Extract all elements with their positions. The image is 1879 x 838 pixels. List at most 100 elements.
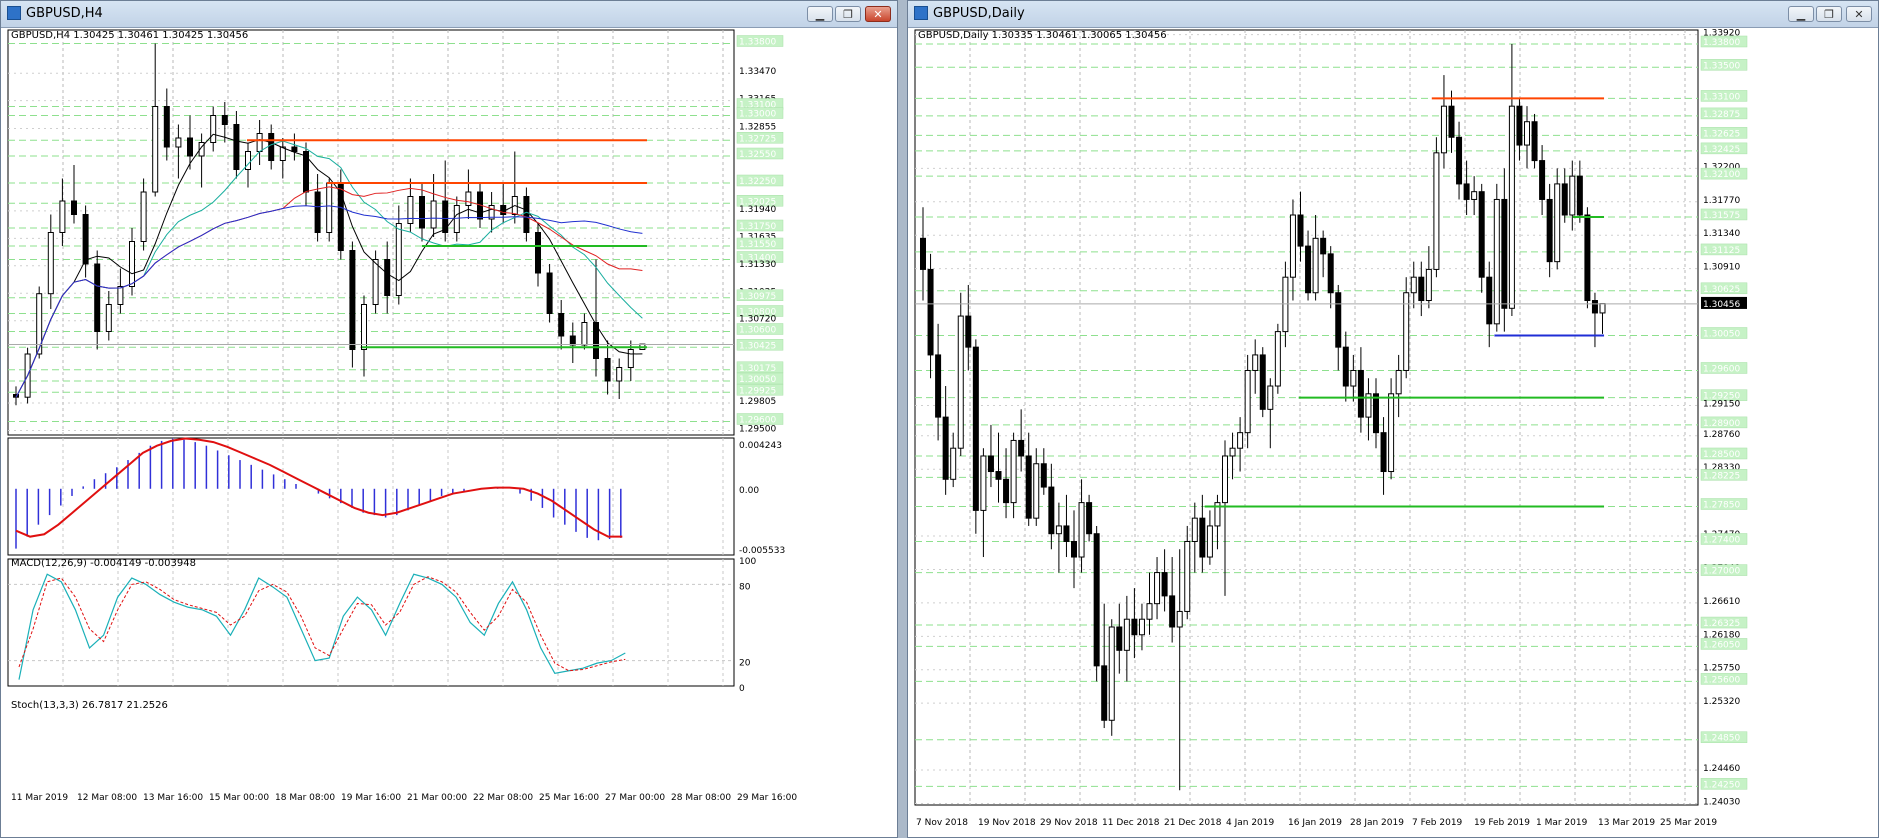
macd-scale-label: -0.005533	[739, 546, 785, 556]
close-button[interactable]: ✕	[1846, 6, 1872, 22]
candle-body	[1222, 455, 1228, 504]
price-axis-label: 1.33470	[739, 67, 776, 77]
price-axis-label: 1.29500	[739, 425, 776, 435]
candle-body	[616, 367, 623, 382]
time-axis-label: 7 Nov 2018	[916, 818, 968, 828]
price-axis-label: 1.30425	[739, 341, 776, 351]
price-axis-label: 1.32725	[739, 134, 776, 144]
macd-scale-label: 0.004243	[739, 441, 782, 451]
candle-body	[1252, 354, 1259, 371]
candle-body	[569, 335, 576, 346]
price-frame	[7, 29, 735, 436]
stoch-frame	[7, 558, 735, 687]
maximize-button[interactable]: ❐	[1816, 6, 1842, 22]
daily-chart-area[interactable]: 1.33920 1.33800 1.33500 1.33100 1.32875 1.326…	[914, 29, 1874, 835]
candle-body	[314, 191, 321, 233]
gbpusd-daily-window[interactable]: GBPUSD,Daily ▁ ❐ ✕ 1.33920 1.33800 1.33500…	[907, 0, 1879, 838]
price-axis-label: 1.24850	[1703, 734, 1740, 744]
candle-body	[82, 214, 89, 265]
candle-body	[1418, 276, 1425, 302]
candle-body	[1591, 300, 1598, 314]
candle-body	[175, 137, 182, 148]
candle-body	[1101, 665, 1108, 721]
time-axis-label: 25 Mar 16:00	[539, 793, 599, 803]
candle-body	[1539, 160, 1546, 200]
candle-body	[1289, 214, 1296, 278]
candle-body	[1486, 276, 1493, 325]
candle-body	[927, 268, 934, 356]
macd-scale-label: 0.00	[739, 486, 759, 496]
candle-body	[94, 263, 101, 332]
price-axis-label: 1.29805	[739, 397, 776, 407]
candle-body	[1123, 618, 1130, 651]
candle-body	[361, 304, 367, 350]
price-axis-label: 1.30050	[1703, 329, 1740, 339]
candle-body	[1138, 618, 1145, 636]
candle-body	[1471, 191, 1478, 200]
price-axis-label: 1.24250	[1703, 780, 1740, 790]
candle-body	[279, 146, 286, 161]
daily-chart-header: GBPUSD,Daily 1.30335 1.30461 1.30065 1.3…	[918, 30, 1167, 41]
time-axis-label: 13 Mar 16:00	[143, 793, 203, 803]
candle-body	[1025, 455, 1032, 519]
minimize-button[interactable]: ▁	[807, 6, 833, 22]
title-bar[interactable]: GBPUSD,H4 ▁ ❐ ✕	[1, 1, 897, 28]
gbpusd-h4-window[interactable]: GBPUSD,H4 ▁ ❐ ✕ 1.338001.334701.331651.3…	[0, 0, 898, 838]
daily-chart-canvas[interactable]: 1.339201.338001.335001.331001.328751.326…	[914, 29, 1874, 835]
minimize-button[interactable]: ▁	[1788, 6, 1814, 22]
candle-body	[372, 259, 379, 305]
price-axis-label: 1.26050	[1703, 640, 1740, 650]
candle-body	[1078, 502, 1085, 558]
stoch-header: Stoch(13,3,3) 26.7817 21.2526	[11, 700, 168, 711]
candle-body	[465, 191, 472, 206]
candle-body	[1191, 517, 1198, 542]
price-axis-label: 1.32550	[739, 150, 776, 160]
price-axis-label: 1.24460	[1703, 764, 1740, 774]
price-axis-label: 1.32250	[739, 177, 776, 187]
price-axis-label: 1.33800	[739, 38, 776, 48]
maximize-button[interactable]: ❐	[835, 6, 861, 22]
candle-body	[59, 200, 66, 233]
stoch-scale-label: 80	[739, 582, 751, 592]
candle-body	[1327, 253, 1334, 294]
candle-body	[1063, 525, 1070, 542]
title-bar[interactable]: GBPUSD,Daily ▁ ❐ ✕	[908, 1, 1878, 28]
time-axis-label: 19 Feb 2019	[1474, 818, 1530, 828]
candle-body	[1018, 439, 1025, 457]
time-axis-label: 25 Mar 2019	[1660, 818, 1717, 828]
candle-body	[987, 455, 994, 473]
candle-body	[1161, 572, 1168, 597]
h4-chart-area[interactable]: 1.338001.334701.331651.331001.330001.328…	[7, 29, 893, 835]
candle-body	[1093, 533, 1100, 667]
price-axis-label: 1.30720	[739, 315, 776, 325]
price-axis-label: 1.31330	[739, 260, 776, 270]
time-axis-label: 11 Mar 2019	[11, 793, 68, 803]
candle-body	[1524, 121, 1530, 146]
candle-body	[1033, 463, 1040, 519]
price-axis-label: 1.30050	[739, 375, 776, 385]
time-axis-label: 11 Dec 2018	[1102, 818, 1160, 828]
price-axis-label: 1.28760	[1703, 430, 1740, 440]
price-axis-label: 1.32100	[1703, 170, 1740, 180]
candle-body	[920, 237, 926, 270]
stoch-scale-label: 20	[739, 659, 751, 669]
candle-body	[1456, 136, 1463, 185]
candle-body	[256, 133, 263, 152]
price-axis-label: 1.31750	[739, 222, 776, 232]
candle-body	[1478, 191, 1485, 278]
price-axis-label: 1.31550	[739, 240, 776, 250]
close-button[interactable]: ✕	[865, 6, 891, 22]
price-axis-label: 1.27000	[1703, 567, 1740, 577]
price-axis-label: 1.33100	[1703, 92, 1740, 102]
candle-body	[1561, 183, 1568, 216]
time-axis-label: 7 Feb 2019	[1412, 818, 1463, 828]
candle-body	[1169, 595, 1176, 628]
price-axis-label: 1.30910	[1703, 263, 1740, 273]
candle-body	[47, 232, 54, 295]
candle-body	[407, 196, 414, 224]
candle-body	[980, 455, 987, 511]
candle-body	[1501, 198, 1508, 309]
candle-body	[1440, 105, 1447, 154]
h4-chart-canvas[interactable]: 1.338001.334701.331651.331001.330001.328…	[7, 29, 893, 835]
candle-body	[1531, 121, 1538, 162]
